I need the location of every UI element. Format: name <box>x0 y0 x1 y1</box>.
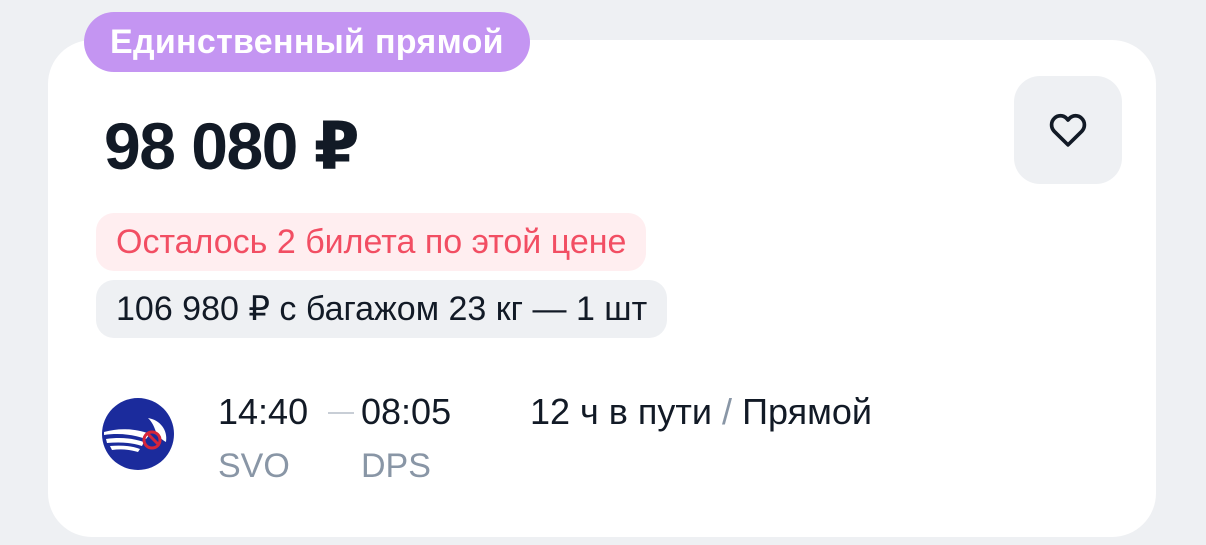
time-separator <box>328 412 354 414</box>
arrival-time: 08:05 <box>361 391 452 432</box>
departure-time: 14:40 <box>218 391 309 432</box>
baggage-option[interactable]: 106 980 ₽ с багажом 23 кг — 1 шт <box>96 280 668 338</box>
duration-separator: / <box>722 391 733 432</box>
departure-airport-code: SVO <box>218 447 290 485</box>
tickets-left-badge: Осталось 2 билета по этой цене <box>96 213 647 271</box>
flight-offer-card[interactable]: 98 080 ₽ Осталось 2 билета по этой цене … <box>48 40 1156 537</box>
only-direct-badge: Единственный прямой <box>84 12 530 72</box>
ticket-price: 98 080 ₽ <box>104 109 360 183</box>
flight-duration-line: 12 ч в пути / Прямой <box>530 390 872 434</box>
add-to-favorites-button[interactable] <box>1014 76 1122 184</box>
airline-logo <box>102 398 174 470</box>
flight-duration: 12 ч в пути <box>530 391 713 432</box>
arrival-airport-code: DPS <box>361 447 431 485</box>
stops-info: Прямой <box>742 391 872 432</box>
heart-icon <box>1049 113 1087 147</box>
